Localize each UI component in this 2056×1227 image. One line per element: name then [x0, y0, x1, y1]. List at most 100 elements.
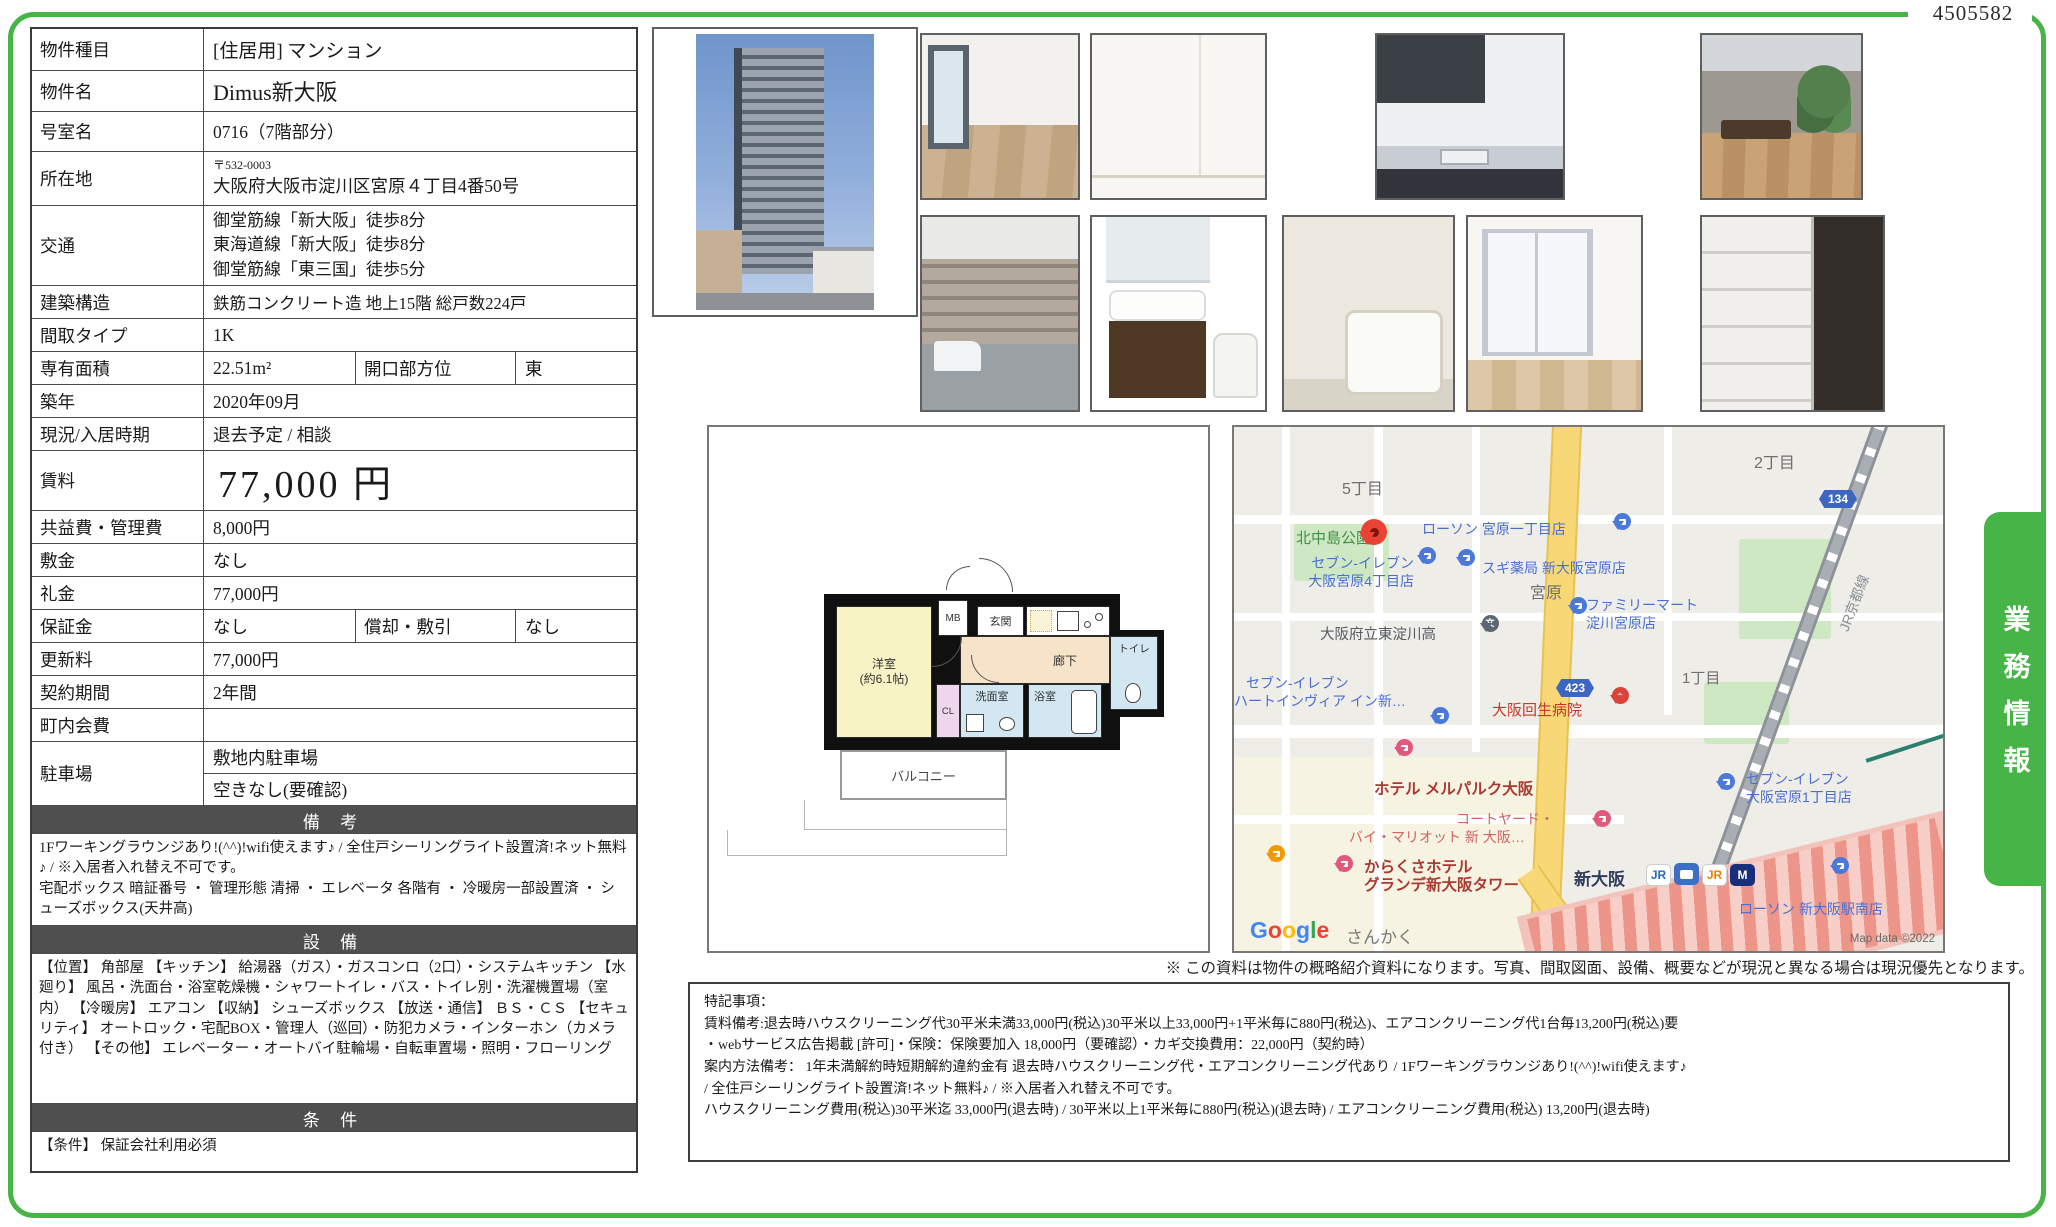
building-tower: [742, 48, 824, 274]
special-line-3: ・webサービス広告掲載 [許可]・保険：保険要加入 18,000円（要確認）・…: [704, 1035, 1994, 1057]
special-line-5: / 全住戸シーリングライト設置済!ネット無料♪ / ※入居者入れ替え不可です。: [704, 1079, 1994, 1101]
hotel-pin-courtyard: [1592, 810, 1612, 845]
value-neighborhood-fee: [204, 709, 636, 741]
map-label-seven1-line2: 大阪宮原4丁目店: [1242, 571, 1414, 591]
value-amortization: なし: [516, 610, 636, 642]
map-road: [1234, 815, 1624, 824]
senmen-label: 洗面室: [976, 688, 1009, 704]
kitchen-tile: [1030, 610, 1052, 632]
balcony-outline-step: [727, 830, 1007, 856]
row-property-name: 物件名 Dimus新大阪: [32, 70, 636, 111]
map-label-sugi-pharmacy: スギ薬局 新大阪宮原店: [1482, 558, 1626, 578]
room-main-label: 洋室: [872, 657, 896, 672]
range-hood: [1377, 35, 1485, 103]
toilet-label: トイレ: [1118, 641, 1150, 656]
rouka-label: 廊下: [1053, 652, 1077, 669]
google-letter: G: [1250, 917, 1268, 943]
map-label-2chome: 2丁目: [1754, 449, 1795, 473]
bathtub: [1345, 310, 1443, 395]
floorplan: 洋室 (約6.1帖) MB 玄関 廊下 トイレ 洗面室 浴室 CL バルコニー: [707, 425, 1210, 953]
map-label-lawson-south: ローソン 新大阪駅南店: [1739, 899, 1883, 919]
map-label-jr-kyoto-line: JR京都線: [1834, 572, 1874, 634]
google-letter: o: [1282, 917, 1296, 943]
value-deposit: なし: [204, 544, 636, 576]
label-rent: 賃料: [32, 451, 204, 510]
label-access: 交通: [32, 206, 204, 285]
map-label-station: 新大阪: [1574, 865, 1625, 890]
room-bath: 浴室: [1028, 684, 1102, 738]
label-parking: 駐車場: [32, 742, 204, 805]
value-structure: 鉄筋コンクリート造 地上15階 総戸数224戸: [204, 286, 636, 318]
label-layout-type: 間取タイプ: [32, 319, 204, 351]
label-area: 専有面積: [32, 352, 204, 384]
label-facing: 開口部方位: [356, 352, 516, 384]
store-pin-seven2: [1430, 707, 1450, 742]
hospital-pin: +: [1610, 687, 1630, 722]
value-rent: 77,000 円: [204, 451, 636, 510]
section-header-remarks: 備 考: [32, 805, 636, 833]
store-pin-lawson: [1612, 513, 1632, 548]
disclaimer-note: ※ この資料は物件の概略紹介資料になります。写真、間取図面、設備、概要などが現況…: [1166, 956, 2034, 978]
room-meter-box: MB: [938, 600, 968, 636]
mb-label: MB: [946, 613, 961, 624]
cl-label: CL: [942, 706, 954, 717]
value-property-type: [住居用] マンション: [204, 29, 636, 70]
destination-pin: [1359, 519, 1389, 563]
property-sheet: 4505582 業務情報 物件種目 [住居用] マンション 物件名 Dimus新…: [0, 0, 2056, 1227]
map-label-courtyard-line1: コートヤード・: [1456, 809, 1554, 829]
row-structure: 建築構造 鉄筋コンクリート造 地上15階 総戸数224戸: [32, 285, 636, 318]
row-management-fee: 共益費・管理費 8,000円: [32, 510, 636, 543]
value-area: 22.51m²: [204, 352, 356, 384]
property-table: 物件種目 [住居用] マンション 物件名 Dimus新大阪 号室名 0716（7…: [30, 27, 638, 1173]
train-icon: [1674, 863, 1699, 885]
photo-kitchen: [1375, 33, 1565, 200]
location-map: 5丁目 2丁目 1丁目 134 423 北中島公園 ローソン 宮原一丁目店 セブ…: [1232, 425, 1945, 953]
toilet-bowl: [1125, 683, 1141, 703]
google-logo: Google: [1250, 917, 1329, 944]
store-pin-seven1: [1417, 547, 1437, 582]
street-building-left: [696, 230, 742, 296]
google-letter: e: [1316, 917, 1329, 943]
row-key-money: 礼金 77,000円: [32, 576, 636, 609]
map-label-school: 大阪府立東淀川高: [1320, 623, 1436, 644]
lounge-plant: [1797, 64, 1851, 142]
value-access-3: 御堂筋線「東三国」徒歩5分: [213, 258, 426, 283]
map-label-seven2-line1: セブン-イレブン: [1246, 673, 1349, 693]
row-room-number: 号室名 0716（7階部分）: [32, 111, 636, 151]
photo-washbasin: [1090, 215, 1267, 412]
toilet-seat: [1213, 333, 1258, 399]
section-remarks-text: 1Fワーキングラウンジあり!(^^)!wifi使えます♪ / 全住戸シーリングラ…: [32, 833, 636, 925]
street-building-right: [813, 247, 874, 297]
value-guarantee: なし: [204, 610, 356, 642]
label-management-fee: 共益費・管理費: [32, 511, 204, 543]
map-label-famima-line2: 淀川宮原店: [1586, 613, 1656, 633]
row-address: 所在地 〒532-0003 大阪府大阪市淀川区宮原４丁目4番50号: [32, 151, 636, 205]
special-notes-box: 特記事項： 賃料備考:退去時ハウスクリーニング代30平米未満33,000円(税込…: [688, 982, 2010, 1162]
remarks-line-1: 1Fワーキングラウンジあり!(^^)!wifi使えます♪ / 全住戸シーリングラ…: [39, 838, 629, 879]
value-address: 大阪府大阪市淀川区宮原４丁目4番50号: [213, 173, 519, 198]
room-toilet: トイレ: [1110, 636, 1158, 710]
balcony-window: [928, 45, 969, 149]
store-pin-famima: [1568, 597, 1588, 632]
row-contract-term: 契約期間 2年間: [32, 675, 636, 708]
row-status: 現況/入居時期 退去予定 / 相談: [32, 417, 636, 450]
photo-entrance-street: [920, 215, 1080, 412]
street-road: [696, 293, 874, 310]
value-facing: 東: [516, 352, 636, 384]
label-renewal-fee: 更新料: [32, 643, 204, 675]
value-status: 退去予定 / 相談: [204, 418, 636, 450]
photo-building-exterior: [652, 27, 918, 317]
stove-burner: [1095, 613, 1103, 621]
label-contract-term: 契約期間: [32, 676, 204, 708]
map-label-seven2-line2: ハートインヴィア イン新…: [1234, 691, 1406, 711]
kitchen-sink: [1440, 149, 1488, 165]
room-washroom: 洗面室: [960, 684, 1024, 738]
closet-shelves: [1702, 217, 1814, 410]
value-access-1: 御堂筋線「新大阪」徒歩8分: [213, 209, 426, 234]
label-built-year: 築年: [32, 385, 204, 417]
door-arc-entrance: [979, 558, 1013, 592]
label-property-type: 物件種目: [32, 29, 204, 70]
row-guarantee: 保証金 なし 償却・敷引 なし: [32, 609, 636, 642]
label-room-number: 号室名: [32, 112, 204, 151]
restaurant-pin: [1266, 845, 1286, 880]
